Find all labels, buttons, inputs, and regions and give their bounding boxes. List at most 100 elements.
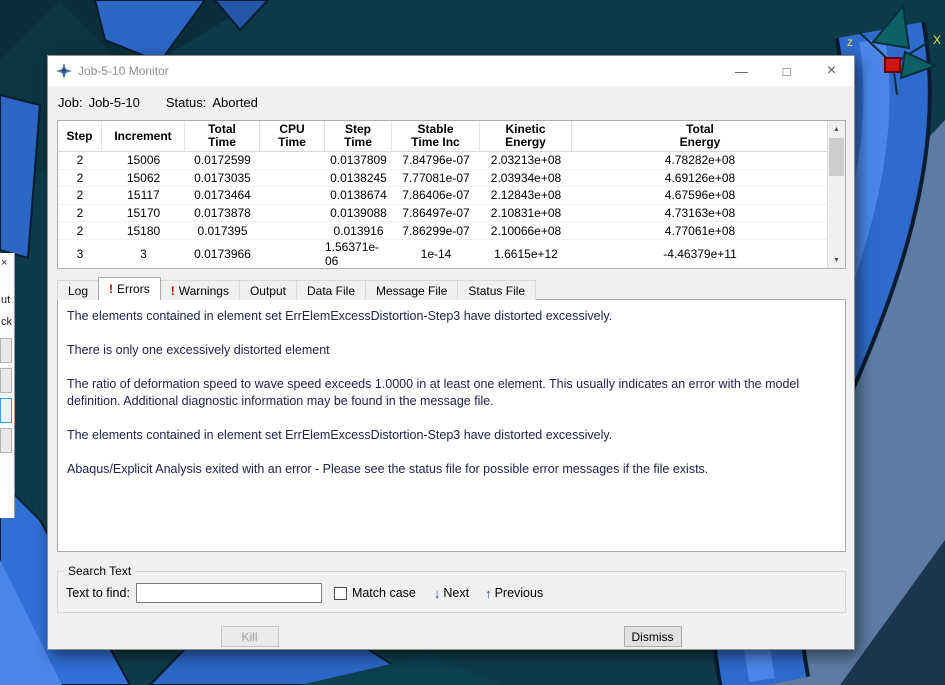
table-header-row: Step Increment Total Time CPU Time Step Time Sta…: [58, 121, 828, 152]
table-cell: 2.12843e+08: [490, 188, 562, 203]
tab-label: Warnings: [178, 283, 229, 298]
table-cell: 0.0173035: [194, 170, 251, 185]
table-cell: 0.0138245: [330, 170, 387, 185]
triad-cone-icon: [899, 50, 938, 80]
column-header: Step Time: [325, 121, 392, 151]
table-cell: 15006: [126, 153, 161, 168]
table-scrollbar[interactable]: ▲ ▼: [827, 121, 845, 268]
tab-output[interactable]: Output: [238, 280, 297, 300]
close-icon[interactable]: ×: [1, 257, 14, 269]
column-header: Step: [58, 121, 102, 151]
clipped-toolbar-button-selected[interactable]: [0, 398, 12, 423]
axis-label-x: X: [933, 33, 941, 47]
error-badge-icon: !: [109, 282, 114, 296]
column-header-line: Time: [278, 135, 306, 149]
table-cell: 0.0173878: [194, 206, 251, 221]
close-button[interactable]: ×: [809, 56, 854, 86]
next-button[interactable]: Next: [443, 586, 469, 600]
dismiss-button[interactable]: Dismiss: [623, 626, 682, 647]
table-cell: [260, 205, 325, 222]
table-cell: 2.03934e+08: [490, 170, 562, 185]
table-cell: 4.67596e+08: [664, 188, 736, 203]
triad-origin-cube-icon: [884, 57, 901, 73]
table-row[interactable]: 2 15117 0.0173464 0.0138674 7.86406e-07 2.128…: [58, 187, 828, 205]
table-cell: 0.0172599: [194, 153, 251, 168]
previous-button[interactable]: Previous: [495, 586, 544, 600]
table-cell: 4.77061e+08: [664, 223, 736, 238]
find-input[interactable]: [135, 583, 322, 603]
table-cell: 7.86299e-07: [402, 223, 470, 238]
job-value: Job-5-10: [88, 94, 140, 110]
table-cell: 0.0139088: [330, 206, 387, 221]
maximize-button[interactable]: □: [764, 56, 809, 86]
error-message: The elements contained in element set Er…: [67, 309, 613, 323]
table-row[interactable]: 2 15006 0.0172599 0.0137809 7.84796e-07 2.032…: [58, 152, 828, 170]
tab-message-file[interactable]: Message File: [365, 280, 459, 300]
table-cell: 15117: [127, 188, 160, 203]
error-message: There is only one excessively distorted …: [67, 343, 330, 357]
tab-warnings[interactable]: ! Warnings: [159, 280, 240, 300]
tab-label: Output: [249, 283, 286, 298]
table-cell: 3: [140, 246, 147, 261]
scroll-down-button[interactable]: ▼: [828, 252, 845, 268]
column-header: Total Time: [185, 121, 260, 151]
table-cell: 0.017395: [197, 223, 248, 238]
table-row[interactable]: 3 3 0.0173966 1.56371e-06 1e-14 1.6615e+12 -4.…: [58, 240, 828, 268]
clipped-text: ck: [1, 316, 12, 328]
search-row: Text to find: Match case ↓ Next ↑ Previo…: [58, 578, 845, 608]
table-row[interactable]: 2 15180 0.017395 0.013916 7.86299e-07 2.10066…: [58, 222, 828, 240]
previous-arrow-icon: ↑: [485, 585, 492, 601]
match-case-label: Match case: [351, 586, 416, 600]
table-cell: [260, 187, 325, 204]
table-cell: -4.46379e+11: [663, 246, 737, 261]
table-row[interactable]: 2 15062 0.0173035 0.0138245 7.77081e-07 2.039…: [58, 170, 828, 188]
table-row[interactable]: 2 15170 0.0173878 0.0139088 7.86497e-07 2.108…: [58, 205, 828, 223]
search-group-label: Search Text: [68, 564, 132, 578]
desktop: z X × ut ck Job-5-10 Monitor — □ × Job: …: [0, 0, 945, 685]
table-cell: 15170: [126, 206, 161, 221]
error-message: Abaqus/Explicit Analysis exited with an …: [67, 462, 709, 476]
clipped-toolbar-button[interactable]: [0, 368, 12, 393]
clipped-toolbar-button[interactable]: [0, 338, 12, 363]
error-badge-icon: !: [170, 283, 175, 298]
column-header: Kinetic Energy: [480, 121, 572, 151]
tab-status-file[interactable]: Status File: [457, 280, 537, 300]
scroll-thumb[interactable]: [829, 138, 844, 176]
table-cell: [260, 170, 325, 187]
table-cell: 0.0138674: [330, 188, 387, 203]
table-cell: 2.10831e+08: [490, 206, 562, 221]
tab-log[interactable]: Log: [57, 280, 100, 300]
table-cell: 1.56371e-06: [325, 239, 380, 268]
job-monitor-dialog: Job-5-10 Monitor — □ × Job: Job-5-10 Sta…: [47, 55, 855, 650]
table-cell: [260, 240, 325, 268]
table-cell: 7.84796e-07: [402, 153, 470, 168]
window-title: Job-5-10 Monitor: [78, 64, 169, 78]
tab-data-file[interactable]: Data File: [295, 280, 367, 300]
column-header-line: Time: [208, 135, 236, 149]
table-cell: 0.0137809: [330, 153, 387, 168]
minimize-button[interactable]: —: [719, 56, 764, 86]
error-message: The ratio of deformation speed to wave s…: [67, 377, 800, 408]
window-controls: — □ ×: [719, 56, 854, 86]
table-cell: 3: [76, 246, 84, 261]
tab-errors[interactable]: ! Errors: [98, 277, 161, 300]
table-cell: 15180: [126, 223, 161, 238]
table-cell: 2: [76, 170, 84, 185]
table-cell: 2: [76, 223, 84, 238]
next-arrow-icon: ↓: [433, 585, 441, 601]
column-header-line: Step: [66, 128, 93, 143]
clipped-toolbar-button[interactable]: [0, 428, 12, 453]
title-bar[interactable]: Job-5-10 Monitor — □ ×: [48, 56, 854, 86]
table-cell: 4.69126e+08: [664, 170, 736, 185]
column-header-line: Increment: [114, 128, 172, 143]
scroll-up-button[interactable]: ▲: [828, 121, 845, 137]
table-cell: 2: [76, 153, 84, 168]
column-header-line: Energy: [505, 135, 546, 149]
column-header: Increment: [102, 121, 185, 151]
tab-label: Errors: [117, 282, 150, 296]
match-case-checkbox[interactable]: [333, 586, 347, 600]
table-cell: 2.03213e+08: [490, 153, 562, 168]
table-cell: 2: [76, 188, 84, 203]
search-text-group: Search Text Text to find: Match case ↓ N…: [57, 564, 846, 613]
table-cell: 7.77081e-07: [402, 170, 470, 185]
